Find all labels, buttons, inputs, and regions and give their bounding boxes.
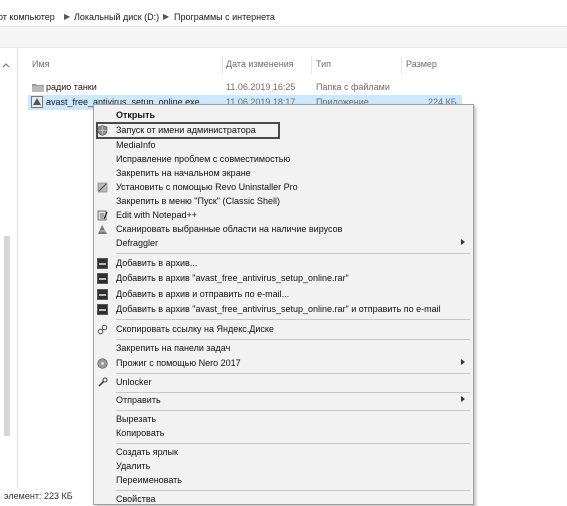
menu-item-label: Добавить в архив... xyxy=(116,258,198,268)
menu-separator xyxy=(116,443,470,444)
file-name: радио танки xyxy=(46,82,97,92)
menu-separator xyxy=(116,490,470,491)
status-bar-text: элемент: 223 КБ xyxy=(4,491,73,501)
menu-item-cut[interactable]: Вырезать xyxy=(94,413,473,426)
menu-item-label: Копировать xyxy=(116,428,165,438)
menu-item-revo-install[interactable]: Установить с помощью Revo Uninstaller Pr… xyxy=(94,181,473,194)
menu-item-label: Создать ярлык xyxy=(116,447,178,457)
column-header-date[interactable]: Дата изменения xyxy=(226,59,294,69)
chevron-up-icon[interactable] xyxy=(2,60,10,68)
menu-item-compat-troubleshoot[interactable]: Исправление проблем с совместимостью xyxy=(94,153,473,166)
menu-item-pin-taskbar[interactable]: Закрепить на панели задач xyxy=(94,342,473,355)
breadcrumb-item-computer[interactable]: от компьютер xyxy=(0,12,55,22)
avast-app-icon xyxy=(31,96,43,108)
menu-item-label: Отправить xyxy=(116,395,161,405)
menu-item-unlocker[interactable]: Unlocker xyxy=(94,376,473,389)
menu-item-label: Edit with Notepad++ xyxy=(116,210,198,220)
revo-icon xyxy=(97,182,108,193)
menu-item-label: Defraggler xyxy=(116,238,159,248)
menu-item-pin-start[interactable]: Закрепить на начальном экране xyxy=(94,167,473,180)
menu-item-label: Добавить в архив "avast_free_antivirus_s… xyxy=(116,304,441,314)
archive-icon xyxy=(97,289,108,300)
menu-item-copy[interactable]: Копировать xyxy=(94,427,473,440)
menu-item-label: Вырезать xyxy=(116,414,157,424)
breadcrumb[interactable]: от компьютер ▶ Локальный диск (D:) ▶ Про… xyxy=(0,5,567,27)
menu-item-label: Удалить xyxy=(116,461,151,471)
menu-item-label: Свойства xyxy=(116,494,156,504)
folder-icon xyxy=(32,83,44,92)
menu-item-nero-burn[interactable]: Прожиг с помощью Nero 2017 xyxy=(94,357,473,370)
menu-item-label: Скопировать ссылку на Яндекс.Диске xyxy=(116,324,274,334)
file-type: Папка с файлами xyxy=(316,82,390,92)
menu-item-send-to[interactable]: Отправить xyxy=(94,394,473,407)
menu-item-label: Закрепить на начальном экране xyxy=(116,168,251,178)
breadcrumb-item-disk-d[interactable]: Локальный диск (D:) xyxy=(74,12,159,22)
menu-separator xyxy=(116,392,470,393)
menu-item-add-archive[interactable]: Добавить в архив... xyxy=(94,257,473,270)
column-header-name[interactable]: Имя xyxy=(32,59,50,69)
menu-separator xyxy=(116,319,470,320)
breadcrumb-chevron-icon[interactable]: ▶ xyxy=(64,12,70,21)
menu-separator xyxy=(116,253,470,254)
nav-scrollbar[interactable] xyxy=(4,236,10,436)
column-divider[interactable] xyxy=(222,56,223,74)
menu-item-label: Закрепить на панели задач xyxy=(116,343,231,353)
menu-item-label: Unlocker xyxy=(116,377,152,387)
menu-item-yandex-link[interactable]: Скопировать ссылку на Яндекс.Диске xyxy=(94,323,473,336)
breadcrumb-item-folder[interactable]: Программы с интернета xyxy=(174,12,275,22)
context-menu[interactable]: Открыть Запуск от имени администратора M… xyxy=(93,104,474,505)
menu-item-virus-scan[interactable]: Сканировать выбранные области на наличие… xyxy=(94,223,473,236)
menu-item-delete[interactable]: Удалить xyxy=(94,460,473,473)
toolbar-strip xyxy=(0,27,567,48)
notepad-icon xyxy=(97,210,108,221)
link-icon xyxy=(97,324,108,335)
unlocker-icon xyxy=(97,377,108,388)
nero-icon xyxy=(97,358,108,369)
scan-icon xyxy=(97,224,108,235)
archive-icon xyxy=(97,304,108,315)
menu-item-label: Переименовать xyxy=(116,475,182,485)
menu-item-open[interactable]: Открыть xyxy=(94,109,473,122)
menu-item-archive-email[interactable]: Добавить в архив и отправить по e-mail..… xyxy=(94,288,473,301)
file-date: 11.06.2019 16:25 xyxy=(226,82,296,92)
menu-separator xyxy=(116,410,470,411)
menu-separator xyxy=(116,373,470,374)
menu-item-label: Добавить в архив "avast_free_antivirus_s… xyxy=(116,273,349,283)
menu-item-archive-rar-email[interactable]: Добавить в архив "avast_free_antivirus_s… xyxy=(94,303,473,316)
menu-item-label: MediaInfo xyxy=(116,140,156,150)
menu-item-label: Добавить в архив и отправить по e-mail..… xyxy=(116,289,290,299)
menu-item-label: Закрепить в меню "Пуск" (Classic Shell) xyxy=(116,196,281,206)
menu-item-defraggler[interactable]: Defraggler xyxy=(94,237,473,250)
menu-item-properties[interactable]: Свойства xyxy=(94,493,473,506)
menu-item-add-archive-rar[interactable]: Добавить в архив "avast_free_antivirus_s… xyxy=(94,272,473,285)
highlight-frame xyxy=(96,122,280,139)
menu-item-create-shortcut[interactable]: Создать ярлык xyxy=(94,446,473,459)
menu-item-label: Открыть xyxy=(116,110,156,120)
menu-item-label: Исправление проблем с совместимостью xyxy=(116,154,291,164)
submenu-arrow-icon xyxy=(461,396,465,402)
column-header-type[interactable]: Тип xyxy=(316,59,331,69)
column-header-size[interactable]: Размер xyxy=(406,59,437,69)
archive-icon xyxy=(97,258,108,269)
breadcrumb-chevron-icon[interactable]: ▶ xyxy=(163,12,169,21)
menu-item-label: Установить с помощью Revo Uninstaller Pr… xyxy=(116,182,298,192)
menu-separator xyxy=(116,339,470,340)
column-divider[interactable] xyxy=(401,56,402,74)
menu-item-pin-classic-shell[interactable]: Закрепить в меню "Пуск" (Classic Shell) xyxy=(94,195,473,208)
file-row[interactable]: радио танки 11.06.2019 16:25 Папка с фай… xyxy=(28,80,462,95)
menu-item-mediainfo[interactable]: MediaInfo xyxy=(94,139,473,152)
archive-icon xyxy=(97,273,108,284)
menu-item-rename[interactable]: Переименовать xyxy=(94,474,473,487)
submenu-arrow-icon xyxy=(461,359,465,365)
menu-item-label: Сканировать выбранные области на наличие… xyxy=(116,224,343,234)
menu-item-notepad[interactable]: Edit with Notepad++ xyxy=(94,209,473,222)
column-divider[interactable] xyxy=(311,56,312,74)
menu-item-label: Прожиг с помощью Nero 2017 xyxy=(116,358,241,368)
submenu-arrow-icon xyxy=(461,239,465,245)
